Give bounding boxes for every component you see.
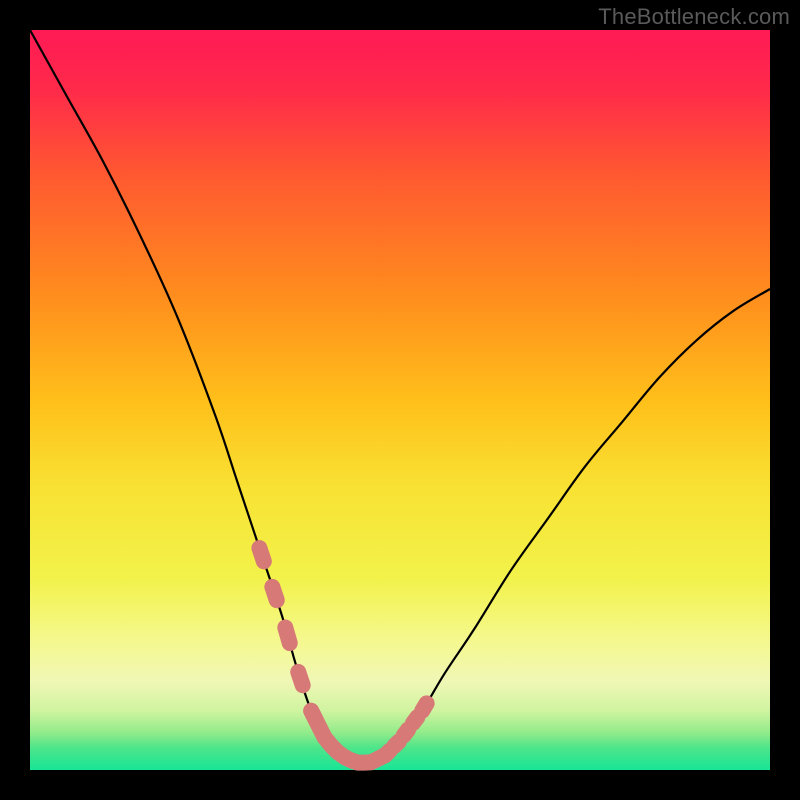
highlight-dash <box>298 672 302 685</box>
highlight-dash <box>272 587 276 600</box>
highlight-dash <box>394 742 398 746</box>
highlight-dash <box>259 548 263 561</box>
watermark-text: TheBottleneck.com <box>598 4 790 30</box>
highlight-dash <box>404 730 408 736</box>
highlight-dash <box>422 703 426 710</box>
plot-area <box>30 30 770 770</box>
chart-container: TheBottleneck.com <box>0 0 800 800</box>
highlight-dash <box>413 717 417 723</box>
highlight-dash <box>285 628 289 644</box>
bottleneck-chart <box>0 0 800 800</box>
